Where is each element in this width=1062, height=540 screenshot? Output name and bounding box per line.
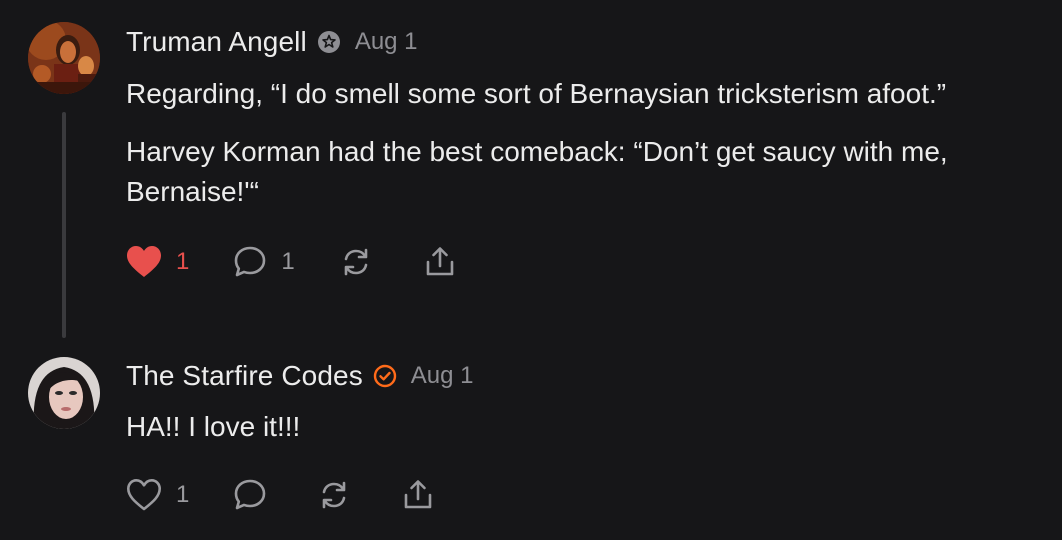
comment-date[interactable]: Aug 1	[411, 362, 474, 390]
like-button[interactable]: 1	[126, 478, 189, 512]
comment-actions: 1 1	[126, 245, 457, 279]
reply-count: 1	[281, 248, 295, 275]
like-count: 1	[176, 248, 190, 275]
comment-bubble-icon	[235, 246, 266, 277]
reply-button[interactable]	[233, 478, 267, 512]
author-name[interactable]: The Starfire Codes	[126, 360, 363, 392]
comment-bubble-icon	[235, 479, 266, 510]
avatar[interactable]	[28, 22, 100, 94]
comment-paragraph: HA!! I love it!!!	[126, 411, 301, 442]
reply-button[interactable]: 1	[233, 245, 295, 279]
like-button[interactable]: 1	[126, 245, 189, 279]
comment-header: Truman Angell Aug 1	[126, 26, 418, 58]
restack-refresh-icon	[323, 481, 346, 509]
comment-body: Regarding, “I do smell some sort of Bern…	[126, 74, 1046, 230]
heart-outline-icon	[127, 479, 161, 511]
share-upload-icon	[426, 247, 454, 276]
comments-thread: Truman Angell Aug 1 Regarding, “I do sme…	[0, 0, 1062, 540]
comment-paragraph: Regarding, “I do smell some sort of Bern…	[126, 78, 947, 109]
flower-badge-icon	[317, 30, 341, 54]
comment-body: HA!! I love it!!!	[126, 407, 1046, 465]
restack-button[interactable]	[339, 245, 373, 279]
share-button[interactable]	[423, 245, 457, 279]
restack-button[interactable]	[317, 478, 351, 512]
comment-date[interactable]: Aug 1	[355, 28, 418, 56]
comment-header: The Starfire Codes Aug 1	[126, 360, 474, 392]
like-count: 1	[176, 481, 190, 508]
author-name[interactable]: Truman Angell	[126, 26, 307, 58]
share-button[interactable]	[401, 478, 435, 512]
verified-check-badge-icon	[373, 364, 397, 388]
heart-filled-icon	[127, 246, 161, 277]
thread-line	[62, 112, 66, 338]
avatar[interactable]	[28, 357, 100, 429]
restack-refresh-icon	[344, 248, 368, 276]
comment-paragraph: Harvey Korman had the best comeback: “Do…	[126, 136, 948, 207]
comment-actions: 1	[126, 478, 435, 512]
share-upload-icon	[405, 480, 432, 509]
